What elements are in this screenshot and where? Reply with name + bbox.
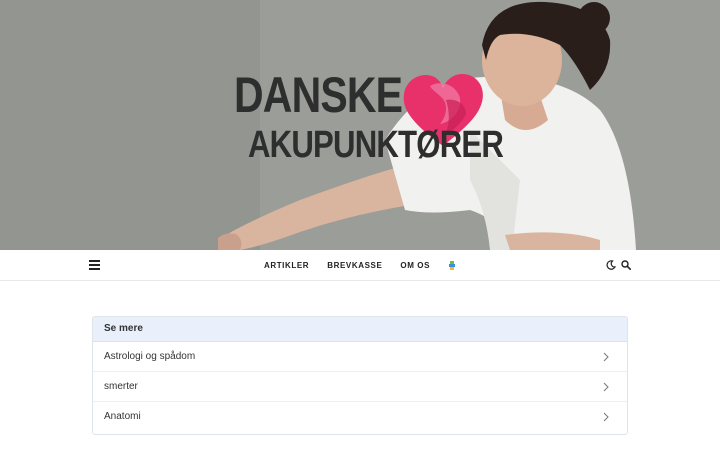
nav-item-artikler[interactable]: ARTIKLER <box>264 261 309 270</box>
see-more-item-anatomi[interactable]: Anatomi <box>93 402 627 432</box>
flag-icon[interactable] <box>448 261 456 270</box>
see-more-title: Se mere <box>93 317 627 342</box>
see-more-item-smerter[interactable]: smerter <box>93 372 627 402</box>
see-more-item-label: Anatomi <box>104 411 141 422</box>
logo-text-line2: AKUPUNKTØRER <box>248 124 504 166</box>
see-more-item-astrologi[interactable]: Astrologi og spådom <box>93 342 627 372</box>
moon-icon[interactable] <box>606 260 616 270</box>
see-more-item-label: smerter <box>104 381 138 392</box>
chevron-right-icon <box>603 412 609 422</box>
nav-item-om-os[interactable]: OM OS <box>400 261 430 270</box>
hero-banner: DANSKE AKUPUNKTØRER <box>0 0 720 250</box>
logo-text-line1: DANSKE <box>234 67 403 123</box>
site-logo[interactable]: DANSKE AKUPUNKTØRER <box>232 66 504 171</box>
nav-item-brevkasse[interactable]: BREVKASSE <box>327 261 382 270</box>
search-icon[interactable] <box>621 260 631 270</box>
see-more-item-label: Astrologi og spådom <box>104 351 196 362</box>
chevron-right-icon <box>603 382 609 392</box>
chevron-right-icon <box>603 352 609 362</box>
see-more-box: Se mere Astrologi og spådom smerter Anat… <box>92 316 628 435</box>
